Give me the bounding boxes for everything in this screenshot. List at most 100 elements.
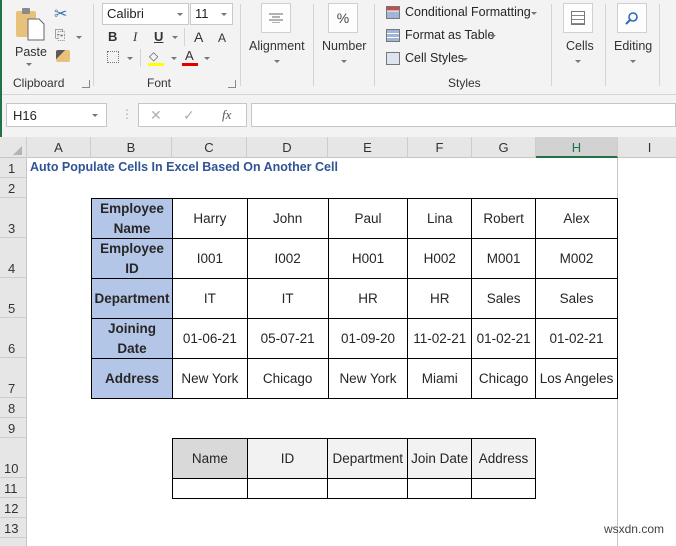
employee-row-header[interactable]: Address xyxy=(91,358,173,400)
employee-cell[interactable]: New York xyxy=(171,358,248,400)
employee-row-header[interactable]: Employee ID xyxy=(91,238,173,280)
row-header-11[interactable]: 11 xyxy=(0,478,27,498)
cut-icon[interactable]: ✂ xyxy=(54,4,67,24)
lookup-value-id[interactable] xyxy=(246,478,329,499)
lookup-header-department[interactable]: Department xyxy=(327,438,409,479)
format-painter-icon[interactable] xyxy=(56,50,70,62)
underline-button[interactable]: U xyxy=(154,29,163,44)
employee-row-header[interactable]: Department xyxy=(91,278,173,320)
employee-cell[interactable]: 05-07-21 xyxy=(246,318,329,360)
employee-cell[interactable]: M002 xyxy=(535,238,618,280)
insert-function-icon[interactable]: fx xyxy=(222,107,231,123)
column-header-f[interactable]: F xyxy=(408,137,472,158)
borders-icon[interactable] xyxy=(107,51,119,63)
employee-cell[interactable]: I002 xyxy=(246,238,329,280)
employee-cell[interactable]: John xyxy=(246,197,329,240)
column-header-d[interactable]: D xyxy=(247,137,328,158)
cells-button[interactable]: Cells xyxy=(566,39,594,53)
column-header-i[interactable]: I xyxy=(618,137,676,158)
lookup-value-address[interactable] xyxy=(471,478,536,499)
decrease-font-button[interactable]: A xyxy=(218,31,226,45)
name-box[interactable]: H16 xyxy=(6,103,107,127)
employee-cell[interactable]: H001 xyxy=(327,238,409,280)
employee-cell[interactable]: Paul xyxy=(327,197,409,240)
employee-cell[interactable]: HR xyxy=(327,278,409,320)
column-header-e[interactable]: E xyxy=(328,137,408,158)
employee-cell[interactable]: Chicago xyxy=(246,358,329,400)
formula-input[interactable] xyxy=(251,103,676,127)
borders-dropdown-icon[interactable] xyxy=(127,57,133,60)
employee-cell[interactable]: New York xyxy=(327,358,409,400)
employee-cell[interactable]: 01-06-21 xyxy=(171,318,248,360)
row-header-1[interactable]: 1 xyxy=(0,158,27,178)
cancel-icon[interactable]: ✕ xyxy=(150,107,162,124)
employee-cell[interactable]: I001 xyxy=(171,238,248,280)
select-all-button[interactable] xyxy=(0,137,27,158)
lookup-value-name[interactable] xyxy=(172,478,248,499)
lookup-header-join-date[interactable]: Join Date xyxy=(407,438,473,479)
cell-styles-button[interactable]: Cell Styles xyxy=(386,51,470,69)
alignment-button[interactable]: Alignment xyxy=(249,39,305,53)
lookup-header-id[interactable]: ID xyxy=(246,438,329,479)
column-header-a[interactable]: A xyxy=(27,137,91,158)
editing-button[interactable]: Editing xyxy=(614,39,652,53)
sheet-title[interactable]: Auto Populate Cells In Excel Based On An… xyxy=(30,160,338,174)
column-header-h[interactable]: H xyxy=(536,137,618,158)
column-header-b[interactable]: B xyxy=(91,137,172,158)
employee-cell[interactable]: IT xyxy=(171,278,248,320)
number-dropdown-icon[interactable] xyxy=(341,60,347,63)
worksheet-area-right[interactable] xyxy=(617,158,676,546)
employee-row-header[interactable]: Joining Date xyxy=(91,318,173,360)
font-color-icon[interactable]: A xyxy=(185,48,194,63)
number-button[interactable]: Number xyxy=(322,39,366,53)
copy-icon[interactable]: ⎘ xyxy=(55,27,65,43)
row-header-4[interactable]: 4 xyxy=(0,238,27,278)
cells-icon[interactable] xyxy=(563,3,593,33)
employee-cell[interactable]: Miami xyxy=(407,358,473,400)
search-icon[interactable] xyxy=(617,3,647,33)
employee-row-header[interactable]: Employee Name xyxy=(91,197,173,240)
employee-cell[interactable]: Sales xyxy=(535,278,618,320)
format-as-table-button[interactable]: Format as Table xyxy=(386,28,498,46)
bold-button[interactable]: B xyxy=(108,29,117,44)
cells-dropdown-icon[interactable] xyxy=(575,60,581,63)
alignment-icon[interactable] xyxy=(261,3,291,33)
lookup-header-name[interactable]: Name xyxy=(172,438,248,479)
employee-cell[interactable]: IT xyxy=(246,278,329,320)
enter-icon[interactable]: ✓ xyxy=(183,107,195,124)
row-header-3[interactable]: 3 xyxy=(0,198,27,238)
employee-cell[interactable]: Chicago xyxy=(471,358,537,400)
lookup-value-join-date[interactable] xyxy=(407,478,473,499)
row-header-7[interactable]: 7 xyxy=(0,358,27,398)
italic-button[interactable]: I xyxy=(133,29,137,45)
clipboard-launcher-icon[interactable] xyxy=(82,80,90,88)
employee-cell[interactable]: Lina xyxy=(407,197,473,240)
employee-cell[interactable]: Harry xyxy=(171,197,248,240)
row-header-12[interactable]: 12 xyxy=(0,498,27,518)
row-header-8[interactable]: 8 xyxy=(0,398,27,418)
editing-dropdown-icon[interactable] xyxy=(630,60,636,63)
column-header-g[interactable]: G xyxy=(472,137,536,158)
underline-dropdown-icon[interactable] xyxy=(172,36,178,39)
employee-cell[interactable]: 01-09-20 xyxy=(327,318,409,360)
lookup-header-address[interactable]: Address xyxy=(471,438,536,479)
alignment-dropdown-icon[interactable] xyxy=(274,60,280,63)
employee-cell[interactable]: HR xyxy=(407,278,473,320)
employee-cell[interactable]: Sales xyxy=(471,278,537,320)
employee-cell[interactable]: Los Angeles xyxy=(535,358,618,400)
row-header-2[interactable]: 2 xyxy=(0,178,27,198)
font-color-dropdown-icon[interactable] xyxy=(204,57,210,60)
employee-cell[interactable]: 01-02-21 xyxy=(535,318,618,360)
employee-cell[interactable]: Alex xyxy=(535,197,618,240)
paste-button[interactable]: Paste xyxy=(12,5,48,67)
row-header-9[interactable]: 9 xyxy=(0,418,27,438)
row-header-13[interactable]: 13 xyxy=(0,518,27,538)
row-header-6[interactable]: 6 xyxy=(0,318,27,358)
employee-cell[interactable]: 11-02-21 xyxy=(407,318,473,360)
employee-cell[interactable]: Robert xyxy=(471,197,537,240)
employee-cell[interactable]: H002 xyxy=(407,238,473,280)
increase-font-button[interactable]: A xyxy=(194,29,203,45)
fill-color-icon[interactable]: ◇ xyxy=(149,49,158,63)
row-header-5[interactable]: 5 xyxy=(0,278,27,318)
column-header-c[interactable]: C xyxy=(172,137,247,158)
